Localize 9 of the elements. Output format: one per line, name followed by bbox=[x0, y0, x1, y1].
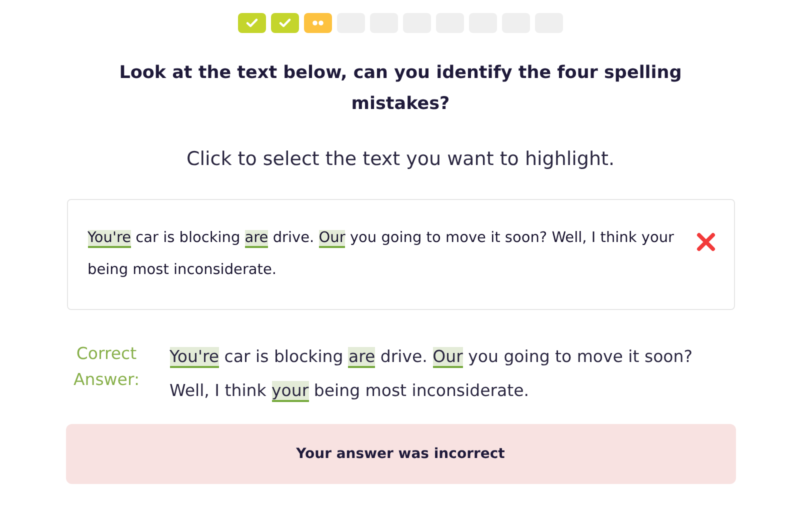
correct-answer-text: You're car is blocking are drive. Our you going to move it soon? Well, I think your being most inconsiderate. bbox=[170, 346, 694, 404]
feedback-text: Your answer was incorrect bbox=[296, 446, 505, 462]
check-icon bbox=[279, 18, 291, 28]
instruction-text: Click to select the text you want to highlight. bbox=[186, 148, 615, 170]
check-icon bbox=[246, 18, 258, 28]
correct-answer-label: Correct Answer: bbox=[72, 343, 141, 391]
question-text: Look at the text below, can you identify the four spelling mistakes? bbox=[118, 62, 683, 116]
answer-text[interactable]: You're car is blocking are drive. Our you going to move it soon? Well, I think your being most inconsiderate. bbox=[88, 222, 686, 286]
dots-icon bbox=[312, 20, 324, 26]
